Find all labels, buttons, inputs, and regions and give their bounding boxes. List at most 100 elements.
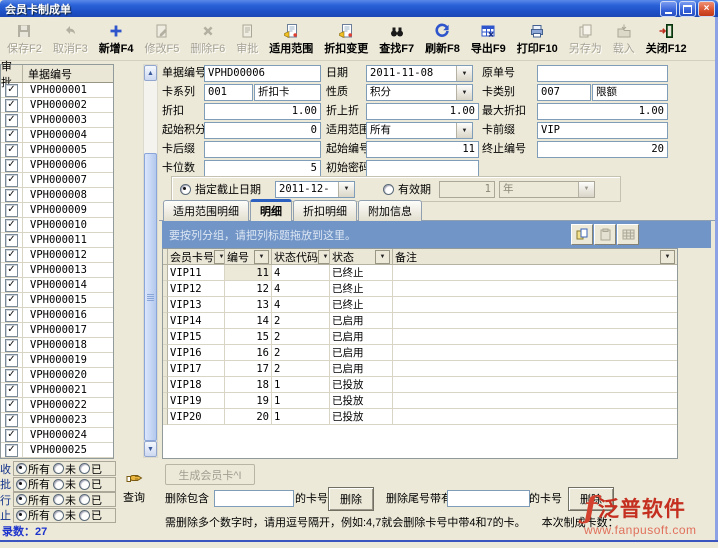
cell-status[interactable]: 已投放 (330, 393, 393, 409)
cell-status[interactable]: 已终止 (330, 281, 393, 297)
cell-status-code[interactable]: 1 (272, 409, 330, 425)
cell-remark[interactable] (393, 297, 677, 313)
tab-extra-info[interactable]: 附加信息 (358, 200, 422, 221)
maximize-button[interactable] (679, 1, 696, 17)
doc-no-field[interactable]: VPHD00006 (204, 65, 321, 82)
deadline-date-combo[interactable]: 2011-12-31▼ (275, 181, 355, 198)
cell-no[interactable]: 14 (225, 313, 272, 329)
toolbar-find-button[interactable]: 查找F7 (374, 20, 419, 57)
approve-checkbox[interactable]: ✓ (5, 399, 18, 412)
cell-status-code[interactable]: 4 (272, 297, 330, 313)
minimize-button[interactable] (660, 1, 677, 17)
cell-remark[interactable] (393, 281, 677, 297)
end-no-field[interactable]: 20 (537, 141, 668, 158)
card-suffix-field[interactable] (204, 141, 321, 158)
cell-status[interactable]: 已启用 (330, 329, 393, 345)
approve-checkbox[interactable]: ✓ (5, 129, 18, 142)
cell-no[interactable]: 11 (225, 265, 272, 281)
deadline-date-radio[interactable] (180, 184, 191, 195)
cell-card-no[interactable]: VIP12 (168, 281, 225, 297)
document-list-item[interactable]: ✓ VPH000009 (1, 203, 113, 218)
cell-status-code[interactable]: 4 (272, 281, 330, 297)
cell-card-no[interactable]: VIP18 (168, 377, 225, 393)
grid-row[interactable]: VIP12 12 4 已终止 (163, 281, 677, 297)
grid-row[interactable]: VIP15 15 2 已启用 (163, 329, 677, 345)
document-list-item[interactable]: ✓ VPH000002 (1, 98, 113, 113)
start-points-field[interactable]: 0 (204, 122, 321, 139)
approve-checkbox[interactable]: ✓ (5, 189, 18, 202)
document-list-item[interactable]: ✓ VPH000008 (1, 188, 113, 203)
cell-no[interactable]: 12 (225, 281, 272, 297)
document-list-item[interactable]: ✓ VPH000018 (1, 338, 113, 353)
card-series-name-field[interactable]: 折扣卡 (254, 84, 321, 101)
cell-no[interactable]: 19 (225, 393, 272, 409)
card-prefix-field[interactable]: VIP (537, 122, 668, 139)
scroll-down-icon[interactable]: ▼ (144, 441, 157, 457)
card-type-code-field[interactable]: 007 (537, 84, 591, 101)
double-discount-field[interactable]: 1.00 (366, 103, 479, 120)
document-list-item[interactable]: ✓ VPH000003 (1, 113, 113, 128)
document-list-item[interactable]: ✓ VPH000023 (1, 413, 113, 428)
cell-card-no[interactable]: VIP16 (168, 345, 225, 361)
filter-all-radio[interactable] (16, 479, 27, 490)
approve-checkbox[interactable]: ✓ (5, 174, 18, 187)
grid-row[interactable]: VIP19 19 1 已投放 (163, 393, 677, 409)
document-list-item[interactable]: ✓ VPH000005 (1, 143, 113, 158)
cell-no[interactable]: 13 (225, 297, 272, 313)
grid-row[interactable]: VIP14 14 2 已启用 (163, 313, 677, 329)
cell-card-no[interactable]: VIP11 (168, 265, 225, 281)
document-list-item[interactable]: ✓ VPH000025 (1, 443, 113, 458)
toolbar-export-button[interactable]: 导出F9 (466, 20, 511, 57)
document-list-item[interactable]: ✓ VPH000017 (1, 323, 113, 338)
orig-no-field[interactable] (537, 65, 668, 82)
toolbar-refresh-button[interactable]: 刷新F8 (420, 20, 465, 57)
query-button[interactable]: 查询 (117, 472, 151, 505)
approve-checkbox[interactable]: ✓ (5, 444, 18, 457)
doc-no-column-header[interactable]: 单据编号 (23, 65, 113, 82)
document-list-item[interactable]: ✓ VPH000015 (1, 293, 113, 308)
approve-checkbox[interactable]: ✓ (5, 309, 18, 322)
cell-card-no[interactable]: VIP19 (168, 393, 225, 409)
cell-no[interactable]: 18 (225, 377, 272, 393)
tab-scope-detail[interactable]: 适用范围明细 (163, 200, 249, 221)
approve-checkbox[interactable]: ✓ (5, 144, 18, 157)
cell-no[interactable]: 17 (225, 361, 272, 377)
cell-remark[interactable] (393, 377, 677, 393)
scroll-up-icon[interactable]: ▲ (144, 65, 157, 81)
filter-dropdown-icon[interactable]: ▼ (214, 250, 225, 264)
card-type-name-field[interactable]: 限额 (592, 84, 668, 101)
toolbar-close-button[interactable]: 关闭F12 (641, 20, 692, 57)
copy-button[interactable] (571, 224, 593, 245)
cell-status[interactable]: 已终止 (330, 265, 393, 281)
cell-remark[interactable] (393, 393, 677, 409)
approve-checkbox[interactable]: ✓ (5, 234, 18, 247)
delete-contains-button[interactable]: 删除 (328, 487, 374, 511)
cell-no[interactable]: 16 (225, 345, 272, 361)
grid-row[interactable]: VIP20 20 1 已投放 (163, 409, 677, 425)
grid-row[interactable]: VIP11 11 4 已终止 (163, 265, 677, 281)
discount-field[interactable]: 1.00 (204, 103, 321, 120)
scope-combo[interactable]: 所有▼ (366, 122, 473, 139)
filter-dropdown-icon[interactable]: ▼ (660, 250, 675, 264)
cell-status-code[interactable]: 2 (272, 361, 330, 377)
cell-status-code[interactable]: 1 (272, 393, 330, 409)
filter-done-radio[interactable] (79, 494, 90, 505)
toolbar-scope-button[interactable]: 适用范围 (264, 20, 318, 57)
date-combo[interactable]: 2011-11-08▼ (366, 65, 473, 82)
filter-dropdown-icon[interactable]: ▼ (318, 250, 330, 264)
document-list-item[interactable]: ✓ VPH000024 (1, 428, 113, 443)
document-list-item[interactable]: ✓ VPH000011 (1, 233, 113, 248)
grid-row[interactable]: VIP16 16 2 已启用 (163, 345, 677, 361)
cell-no[interactable]: 20 (225, 409, 272, 425)
col-header-status[interactable]: 状态▼ (330, 249, 393, 265)
cell-status[interactable]: 已投放 (330, 409, 393, 425)
grid-row[interactable]: VIP13 13 4 已终止 (163, 297, 677, 313)
filter-dropdown-icon[interactable]: ▼ (254, 250, 269, 264)
tab-discount-detail[interactable]: 折扣明细 (293, 200, 357, 221)
grid-row[interactable]: VIP18 18 1 已投放 (163, 377, 677, 393)
filter-not-radio[interactable] (53, 510, 64, 521)
scrollbar-thumb[interactable] (144, 153, 157, 441)
approve-checkbox[interactable]: ✓ (5, 354, 18, 367)
approve-checkbox[interactable]: ✓ (5, 324, 18, 337)
cell-status[interactable]: 已启用 (330, 313, 393, 329)
